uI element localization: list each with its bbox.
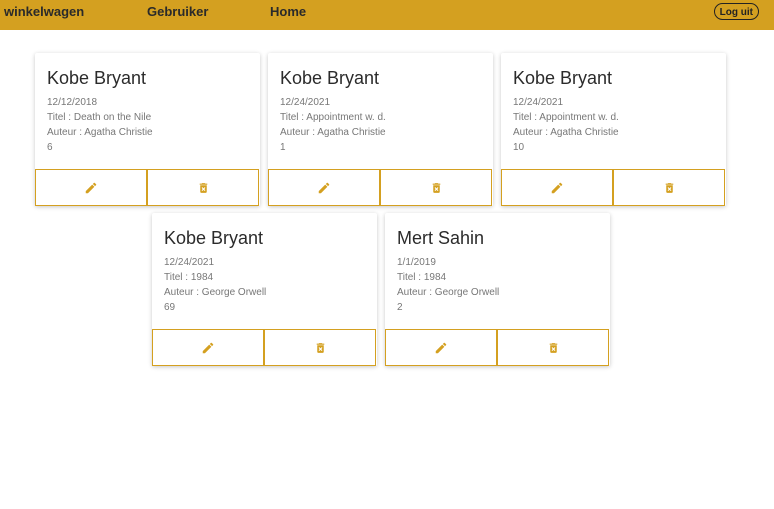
card-book-title: Titel : 1984 — [397, 272, 447, 283]
order-card: Mert Sahin 1/1/2019 Titel : 1984 Auteur … — [385, 213, 610, 366]
card-book-author: Auteur : George Orwell — [397, 287, 500, 298]
edit-button[interactable] — [152, 329, 264, 366]
card-book-title: Titel : Appointment w. d. — [280, 112, 386, 123]
card-date: 12/24/2021 — [164, 257, 215, 268]
card-customer-name: Kobe Bryant — [513, 68, 613, 88]
order-card: Kobe Bryant 12/24/2021 Titel : Appointme… — [501, 53, 726, 206]
card-date: 1/1/2019 — [397, 257, 436, 268]
trash-icon — [547, 341, 560, 355]
card-customer-name: Kobe Bryant — [280, 68, 380, 88]
card-customer-name: Mert Sahin — [397, 228, 485, 248]
card-actions — [152, 329, 377, 366]
card-quantity: 6 — [47, 142, 53, 153]
delete-button[interactable] — [613, 169, 725, 206]
card-customer-name: Kobe Bryant — [47, 68, 147, 88]
order-card: Kobe Bryant 12/12/2018 Titel : Death on … — [35, 53, 260, 206]
nav-home[interactable]: Home — [270, 4, 306, 19]
card-actions — [501, 169, 726, 206]
nav-winkelwagen[interactable]: winkelwagen — [4, 4, 84, 19]
card-actions — [35, 169, 260, 206]
pencil-icon — [550, 181, 564, 195]
pencil-icon — [434, 341, 448, 355]
card-book-title: Titel : Death on the Nile — [47, 112, 152, 123]
edit-button[interactable] — [35, 169, 147, 206]
edit-button[interactable] — [385, 329, 497, 366]
delete-button[interactable] — [264, 329, 376, 366]
delete-button[interactable] — [147, 169, 259, 206]
delete-button[interactable] — [380, 169, 492, 206]
edit-button[interactable] — [501, 169, 613, 206]
logout-button[interactable]: Log uit — [713, 3, 759, 20]
card-book-author: Auteur : George Orwell — [164, 287, 267, 298]
card-quantity: 69 — [164, 302, 176, 313]
card-actions — [385, 329, 610, 366]
top-navbar: winkelwagen Gebruiker Home Log uit — [0, 0, 774, 30]
card-customer-name: Kobe Bryant — [164, 228, 264, 248]
card-date: 12/24/2021 — [280, 97, 331, 108]
trash-icon — [314, 341, 327, 355]
card-book-author: Auteur : Agatha Christie — [280, 127, 386, 138]
pencil-icon — [317, 181, 331, 195]
trash-icon — [663, 181, 676, 195]
card-book-title: Titel : 1984 — [164, 272, 214, 283]
card-book-author: Auteur : Agatha Christie — [47, 127, 153, 138]
delete-button[interactable] — [497, 329, 609, 366]
pencil-icon — [201, 341, 215, 355]
order-card: Kobe Bryant 12/24/2021 Titel : Appointme… — [268, 53, 493, 206]
edit-button[interactable] — [268, 169, 380, 206]
card-book-author: Auteur : Agatha Christie — [513, 127, 619, 138]
card-quantity: 10 — [513, 142, 525, 153]
card-quantity: 1 — [280, 142, 286, 153]
card-quantity: 2 — [397, 302, 403, 313]
trash-icon — [430, 181, 443, 195]
card-actions — [268, 169, 493, 206]
pencil-icon — [84, 181, 98, 195]
trash-icon — [197, 181, 210, 195]
card-date: 12/12/2018 — [47, 97, 98, 108]
order-card: Kobe Bryant 12/24/2021 Titel : 1984 Aute… — [152, 213, 377, 366]
nav-gebruiker[interactable]: Gebruiker — [147, 4, 208, 19]
card-date: 12/24/2021 — [513, 97, 564, 108]
card-book-title: Titel : Appointment w. d. — [513, 112, 619, 123]
